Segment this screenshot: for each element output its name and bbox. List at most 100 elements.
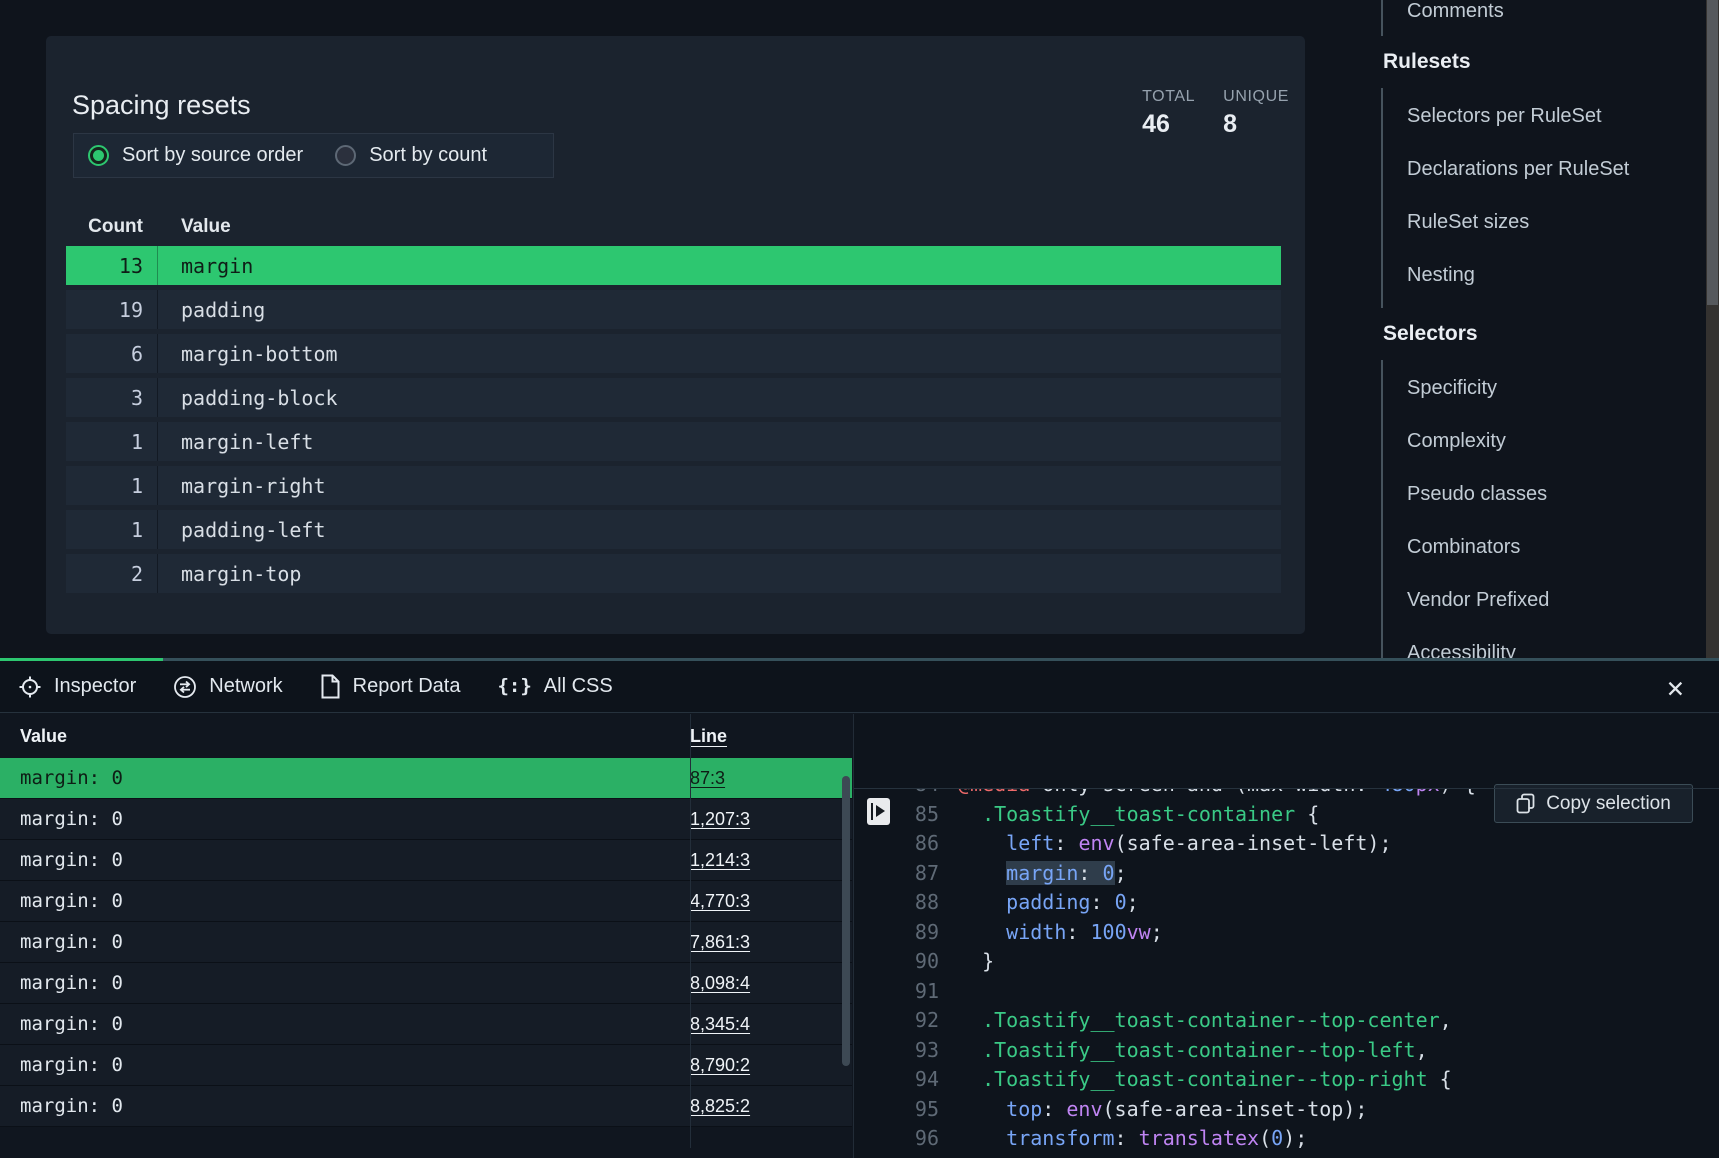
table-row[interactable]: 13margin <box>66 246 1281 285</box>
line-link[interactable]: 8,825:2 <box>690 1096 750 1116</box>
line-link[interactable]: 87:3 <box>690 768 725 788</box>
sidebar-item-selectors-per-ruleset[interactable]: Selectors per RuleSet <box>1407 90 1705 143</box>
sidebar-item-declarations-per-ruleset[interactable]: Declarations per RuleSet <box>1407 143 1705 196</box>
table-row[interactable]: 1padding-left <box>66 510 1281 549</box>
table-row[interactable]: 3padding-block <box>66 378 1281 417</box>
sidebar-heading-rulesets: Rulesets <box>1383 50 1705 74</box>
sidebar-item-accessibility[interactable]: Accessibility <box>1407 627 1705 658</box>
code-token: ; <box>1115 861 1127 885</box>
sidebar-item-comments[interactable]: Comments <box>1407 0 1705 22</box>
declaration-row[interactable]: margin: 08,345:4 <box>0 1004 852 1045</box>
column-divider <box>690 714 691 1148</box>
sidebar-item-nesting[interactable]: Nesting <box>1407 249 1705 302</box>
code-token <box>958 1008 982 1032</box>
table-row[interactable]: 1margin-left <box>66 422 1281 461</box>
line-link[interactable]: 4,770:3 <box>690 891 750 911</box>
line-number: 92 <box>854 1006 958 1036</box>
code-token: : <box>1115 1126 1139 1150</box>
sidebar-item-complexity[interactable]: Complexity <box>1407 415 1705 468</box>
card-title: Spacing resets <box>72 90 251 121</box>
code-token: @media <box>958 788 1030 796</box>
sidebar-item-vendor-prefixed[interactable]: Vendor Prefixed <box>1407 574 1705 627</box>
declaration-row[interactable]: margin: 04,770:3 <box>0 881 852 922</box>
code-token: ; <box>1127 890 1139 914</box>
declarations-vertical-scrollbar-thumb[interactable] <box>842 776 850 1066</box>
code-token: : <box>1090 890 1114 914</box>
code-token <box>958 890 1006 914</box>
code-token: 100 <box>1090 920 1126 944</box>
code-token: env <box>1066 1097 1102 1121</box>
declaration-row[interactable]: margin: 01,214:3 <box>0 840 852 881</box>
stat-value: 8 <box>1223 110 1289 139</box>
sidebar-item-specificity[interactable]: Specificity <box>1407 362 1705 415</box>
declaration-value: margin: 0 <box>0 1013 690 1035</box>
row-count: 1 <box>66 518 143 542</box>
code-line: 89 width: 100vw; <box>854 918 1719 948</box>
braces-icon: {:} <box>497 675 531 697</box>
declaration-row[interactable]: margin: 08,825:2 <box>0 1086 852 1127</box>
line-number: 86 <box>854 829 958 859</box>
tab-label: All CSS <box>544 675 613 698</box>
page-scrollbar-thumb[interactable] <box>1707 0 1718 305</box>
line-link[interactable]: 1,214:3 <box>690 850 750 870</box>
tab-label: Inspector <box>54 675 136 698</box>
code-line: 91 <box>854 977 1719 1007</box>
declaration-row[interactable]: margin: 08,790:2 <box>0 1045 852 1086</box>
count-column-header: Count <box>66 216 143 238</box>
code-token: top <box>1006 1097 1042 1121</box>
table-row[interactable]: 1 margin-right <box>66 466 1281 505</box>
radio-unselected-icon[interactable] <box>335 145 356 166</box>
nav-group-rulesets: Selectors per RuleSetDeclarations per Ru… <box>1381 88 1705 308</box>
declaration-row[interactable]: margin: 08,098:4 <box>0 963 852 1004</box>
sidebar-item-ruleset-sizes[interactable]: RuleSet sizes <box>1407 196 1705 249</box>
code-viewport[interactable]: 84@media only screen and (max-width: 480… <box>854 788 1719 1158</box>
stat-unique: UNIQUE 8 <box>1223 88 1289 139</box>
declaration-row[interactable]: margin: 07,861:3 <box>0 922 852 963</box>
declaration-value: margin: 0 <box>0 1054 690 1076</box>
tab-report-data[interactable]: Report Data <box>320 674 461 699</box>
line-link[interactable]: 7,861:3 <box>690 932 750 952</box>
table-row[interactable]: 19padding <box>66 290 1281 329</box>
line-link[interactable]: 8,790:2 <box>690 1055 750 1075</box>
tab-all-css[interactable]: {:} All CSS <box>497 675 612 698</box>
tab-network[interactable]: Network <box>173 675 282 699</box>
sort-option-0[interactable]: Sort by source order <box>88 144 303 167</box>
close-icon[interactable]: ✕ <box>1666 678 1685 701</box>
line-column-header[interactable]: Line <box>690 726 852 747</box>
code-token: : <box>1078 861 1102 885</box>
line-number: 89 <box>854 918 958 948</box>
declaration-value: margin: 0 <box>0 972 690 994</box>
line-number: 90 <box>854 947 958 977</box>
code-text: top: env(safe-area-inset-top); <box>958 1095 1367 1125</box>
line-link[interactable]: 8,098:4 <box>690 973 750 993</box>
inspector-panel: InspectorNetworkReport Data{:}All CSS ✕ … <box>0 658 1719 1158</box>
sidebar-item-pseudo-classes[interactable]: Pseudo classes <box>1407 468 1705 521</box>
row-count: 1 <box>66 474 143 498</box>
declaration-value: margin: 0 <box>0 767 690 789</box>
declaration-row[interactable]: margin: 087:3 <box>0 758 852 799</box>
code-token: 0 <box>1115 890 1127 914</box>
radio-selected-icon[interactable] <box>88 145 109 166</box>
code-token: .Toastify__toast-container--top-center <box>982 1008 1440 1032</box>
code-text: width: 100vw; <box>958 918 1163 948</box>
sort-option-1[interactable]: Sort by count <box>335 144 487 167</box>
stat-label: UNIQUE <box>1223 88 1289 106</box>
row-value: margin-right <box>157 466 1281 505</box>
declarations-header: Value Line <box>0 714 852 758</box>
line-link-cell: 8,790:2 <box>690 1055 852 1076</box>
line-link[interactable]: 1,207:3 <box>690 809 750 829</box>
sidebar-item-combinators[interactable]: Combinators <box>1407 521 1705 574</box>
code-line: 94 .Toastify__toast-container--top-right… <box>854 1065 1719 1095</box>
declaration-value: margin: 0 <box>0 890 690 912</box>
table-row[interactable]: 6margin-bottom <box>66 334 1281 373</box>
line-link-cell: 1,214:3 <box>690 850 852 871</box>
line-link-cell: 8,825:2 <box>690 1096 852 1117</box>
code-token: vw <box>1127 920 1151 944</box>
declaration-row[interactable]: margin: 01,207:3 <box>0 799 852 840</box>
table-row[interactable]: 2margin-top <box>66 554 1281 593</box>
row-value: margin-left <box>157 422 1281 461</box>
nav-group-top: Comments <box>1381 0 1705 36</box>
tab-inspector[interactable]: Inspector <box>18 675 136 699</box>
line-link[interactable]: 8,345:4 <box>690 1014 750 1034</box>
code-token: { <box>1428 1067 1452 1091</box>
